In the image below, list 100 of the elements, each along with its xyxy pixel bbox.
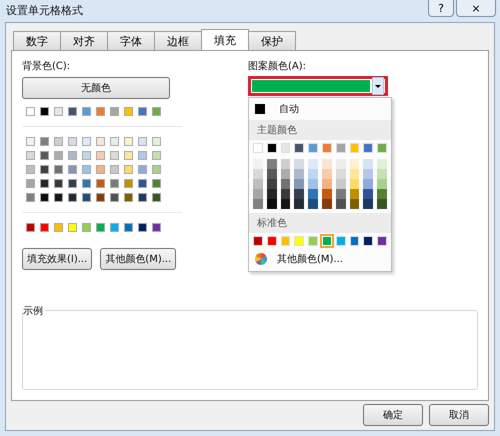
color-swatch[interactable] <box>96 137 105 146</box>
tab[interactable]: 边框 <box>154 31 202 50</box>
color-swatch[interactable] <box>82 193 91 202</box>
color-swatch[interactable] <box>54 137 63 146</box>
color-swatch[interactable] <box>40 151 49 160</box>
color-swatch[interactable] <box>26 107 35 116</box>
color-swatch[interactable] <box>152 151 161 160</box>
color-swatch[interactable] <box>336 189 346 199</box>
color-swatch[interactable] <box>363 169 374 179</box>
color-swatch[interactable] <box>54 165 63 174</box>
color-swatch[interactable] <box>26 193 35 202</box>
color-swatch[interactable] <box>82 165 91 174</box>
color-swatch[interactable] <box>266 189 277 199</box>
color-swatch[interactable] <box>363 199 374 209</box>
color-swatch[interactable] <box>40 165 49 174</box>
color-swatch[interactable] <box>322 179 332 189</box>
tab[interactable]: 字体 <box>107 31 155 50</box>
color-swatch[interactable] <box>377 189 387 199</box>
more-colors-button[interactable]: 其他颜色(M)... <box>100 248 176 270</box>
color-swatch[interactable] <box>138 165 147 174</box>
color-swatch[interactable] <box>124 179 133 188</box>
color-swatch[interactable] <box>308 169 318 179</box>
color-swatch[interactable] <box>96 193 105 202</box>
color-swatch[interactable] <box>138 107 147 116</box>
color-swatch[interactable] <box>96 223 105 232</box>
color-swatch[interactable] <box>280 189 290 199</box>
color-swatch[interactable] <box>82 137 91 146</box>
cancel-button[interactable]: 取消 <box>429 404 489 426</box>
color-swatch[interactable] <box>152 223 161 232</box>
automatic-color-item[interactable]: 自动 <box>249 98 391 120</box>
color-swatch[interactable] <box>68 151 77 160</box>
color-swatch[interactable] <box>54 179 63 188</box>
color-swatch[interactable] <box>350 169 360 179</box>
color-swatch[interactable] <box>253 189 263 199</box>
color-swatch[interactable] <box>26 165 35 174</box>
tab[interactable]: 对齐 <box>60 31 108 50</box>
color-swatch[interactable] <box>110 193 119 202</box>
color-swatch[interactable] <box>124 107 133 116</box>
color-swatch[interactable] <box>110 151 119 160</box>
color-swatch[interactable] <box>138 193 147 202</box>
color-swatch[interactable] <box>377 199 387 209</box>
color-swatch[interactable] <box>280 159 290 169</box>
color-swatch[interactable] <box>138 223 147 232</box>
color-swatch[interactable] <box>68 137 77 146</box>
color-swatch[interactable] <box>124 223 133 232</box>
color-swatch[interactable] <box>280 179 290 189</box>
color-swatch[interactable] <box>152 165 161 174</box>
color-swatch[interactable] <box>266 159 277 169</box>
color-swatch[interactable] <box>68 107 77 116</box>
color-swatch[interactable] <box>110 223 119 232</box>
color-swatch[interactable] <box>40 179 49 188</box>
color-swatch[interactable] <box>96 179 105 188</box>
color-swatch[interactable] <box>68 193 77 202</box>
tab[interactable]: 填充 <box>201 29 249 50</box>
color-swatch[interactable] <box>294 169 304 179</box>
color-swatch[interactable] <box>266 179 277 189</box>
color-swatch[interactable] <box>54 107 63 116</box>
color-swatch[interactable] <box>26 223 35 232</box>
pattern-color-dropdown[interactable] <box>248 76 388 96</box>
help-button[interactable]: ? <box>428 0 454 17</box>
color-swatch[interactable] <box>294 179 304 189</box>
tab[interactable]: 保护 <box>248 31 296 50</box>
color-swatch[interactable] <box>110 179 119 188</box>
color-swatch[interactable] <box>96 151 105 160</box>
ok-button[interactable]: 确定 <box>363 404 423 426</box>
color-swatch[interactable] <box>308 189 318 199</box>
color-swatch[interactable] <box>110 165 119 174</box>
color-swatch[interactable] <box>253 199 263 209</box>
color-swatch[interactable] <box>82 107 91 116</box>
color-swatch[interactable] <box>82 151 91 160</box>
color-swatch[interactable] <box>377 179 387 189</box>
color-swatch[interactable] <box>294 199 304 209</box>
close-button[interactable]: × <box>456 0 496 17</box>
color-swatch[interactable] <box>350 199 360 209</box>
color-swatch[interactable] <box>152 193 161 202</box>
color-swatch[interactable] <box>26 179 35 188</box>
color-swatch[interactable] <box>68 179 77 188</box>
color-swatch[interactable] <box>336 199 346 209</box>
color-swatch[interactable] <box>40 223 49 232</box>
color-swatch[interactable] <box>152 107 161 116</box>
color-swatch[interactable] <box>26 137 35 146</box>
color-swatch[interactable] <box>308 179 318 189</box>
color-swatch[interactable] <box>110 137 119 146</box>
color-swatch[interactable] <box>363 179 374 189</box>
more-colors-item[interactable]: 其他颜色(M)... <box>249 249 391 271</box>
color-swatch[interactable] <box>322 189 332 199</box>
no-color-button[interactable]: 无颜色 <box>22 77 170 99</box>
color-swatch[interactable] <box>336 169 346 179</box>
color-swatch[interactable] <box>96 107 105 116</box>
color-swatch[interactable] <box>54 151 63 160</box>
color-swatch[interactable] <box>54 193 63 202</box>
color-swatch[interactable] <box>82 223 91 232</box>
color-swatch[interactable] <box>110 107 119 116</box>
color-swatch[interactable] <box>96 165 105 174</box>
color-swatch[interactable] <box>40 193 49 202</box>
color-swatch[interactable] <box>350 189 360 199</box>
color-swatch[interactable] <box>124 151 133 160</box>
tab[interactable]: 数字 <box>13 31 61 50</box>
color-swatch[interactable] <box>322 159 332 169</box>
color-swatch[interactable] <box>280 199 290 209</box>
